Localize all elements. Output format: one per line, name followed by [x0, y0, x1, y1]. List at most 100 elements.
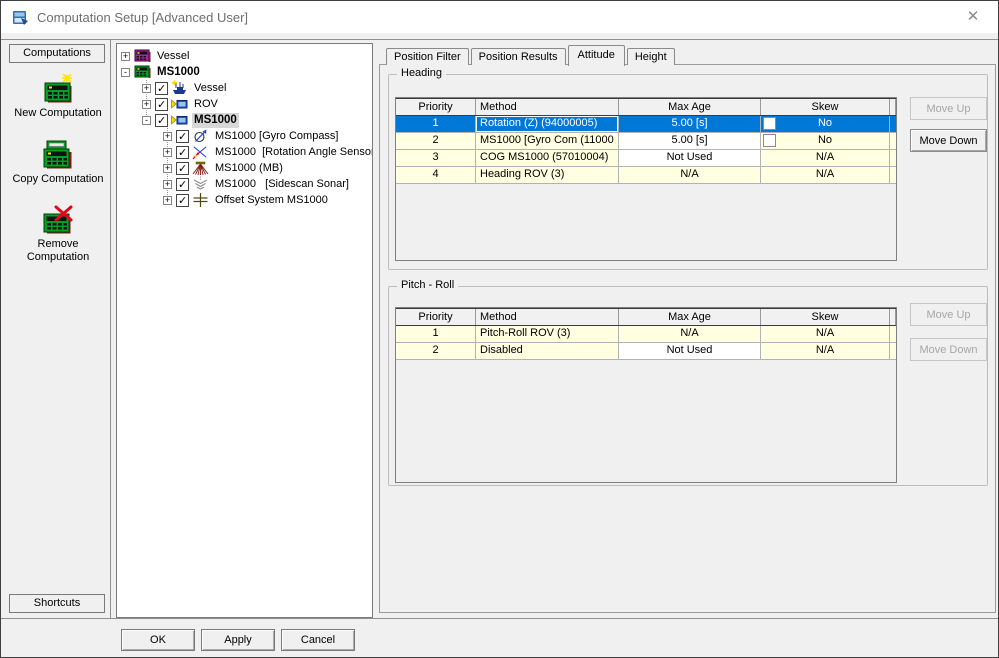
tree-item-ms1000-computation[interactable]: - MS1000	[121, 64, 372, 80]
column-header-method: Method	[476, 309, 619, 325]
tree-item-ms1000-node-selected[interactable]: - MS1000	[121, 112, 372, 128]
pitch-roll-move-up-button[interactable]: Move Up	[910, 303, 987, 326]
computation-tree-panel: + Vessel - MS10	[116, 43, 373, 618]
expand-icon[interactable]: +	[142, 84, 151, 93]
tree-checkbox[interactable]	[176, 130, 189, 143]
tab-position-filter[interactable]: Position Filter	[386, 48, 469, 65]
tree-item-label: Offset System MS1000	[213, 193, 330, 208]
collapse-icon[interactable]: -	[142, 116, 151, 125]
apply-button[interactable]: Apply	[201, 629, 275, 651]
column-header-sliver	[890, 309, 896, 325]
tab-attitude[interactable]: Attitude	[568, 45, 625, 66]
heading-move-down-button[interactable]: Move Down	[910, 129, 987, 152]
tree-item-multibeam[interactable]: + MS1000 (MB)	[121, 160, 372, 176]
sidescan-sonar-icon	[192, 176, 209, 192]
pitch-roll-move-down-button[interactable]: Move Down	[910, 338, 987, 361]
expand-icon[interactable]: +	[163, 148, 172, 157]
tree-checkbox[interactable]	[176, 146, 189, 159]
heading-move-up-button[interactable]: Move Up	[910, 97, 987, 120]
pitch-roll-table: Priority Method Max Age Skew 1 Pitch-Rol…	[395, 307, 897, 483]
priority-cell: 2	[396, 133, 476, 149]
title-bar: Computation Setup [Advanced User] ✕	[1, 1, 998, 33]
tree-item-vessel-node[interactable]: + Vessel	[121, 80, 372, 96]
pitch-roll-group: Pitch - Roll Priority Method Max Age Ske…	[388, 286, 988, 486]
method-cell[interactable]: Rotation (Z) (94000005)	[476, 116, 619, 132]
max-age-cell[interactable]: 5.00 [s]	[619, 116, 761, 132]
multibeam-icon	[192, 160, 209, 176]
table-row[interactable]: 1 Rotation (Z) (94000005) 5.00 [s] No	[396, 116, 896, 133]
max-age-cell[interactable]: 5.00 [s]	[619, 133, 761, 149]
sliver-cell	[890, 167, 896, 183]
column-header-sliver	[890, 99, 896, 115]
new-computation-label: New Computation	[14, 107, 101, 120]
max-age-cell[interactable]: Not Used	[619, 150, 761, 166]
pitch-roll-group-label: Pitch - Roll	[397, 279, 458, 291]
method-cell[interactable]: COG MS1000 (57010004)	[476, 150, 619, 166]
tree-checkbox[interactable]	[176, 194, 189, 207]
close-icon[interactable]: ✕	[964, 8, 982, 26]
divider	[110, 40, 111, 618]
divider	[1, 618, 998, 619]
computation-icon-green	[134, 64, 151, 80]
rotation-angle-sensor-icon	[192, 144, 209, 160]
tree-checkbox[interactable]	[155, 98, 168, 111]
remove-computation-button[interactable]: Remove Computation	[6, 205, 110, 264]
sliver-cell	[890, 116, 896, 132]
tree-checkbox[interactable]	[155, 82, 168, 95]
skew-checkbox[interactable]	[763, 134, 776, 147]
method-cell[interactable]: Heading ROV (3)	[476, 167, 619, 183]
computation-icon-purple	[134, 48, 151, 64]
method-cell[interactable]: Disabled	[476, 343, 619, 359]
cancel-button[interactable]: Cancel	[281, 629, 355, 651]
tree-item-offset-system[interactable]: + Offset System MS1000	[121, 192, 372, 208]
tree-item-rotation-angle-sensor[interactable]: + MS1000 [Rotation Angle Sensor]	[121, 144, 372, 160]
tree-item-rov-node[interactable]: + ROV	[121, 96, 372, 112]
column-header-skew: Skew	[761, 99, 890, 115]
expand-icon[interactable]: +	[163, 164, 172, 173]
column-header-priority: Priority	[396, 99, 476, 115]
ok-button[interactable]: OK	[121, 629, 195, 651]
table-row[interactable]: 4 Heading ROV (3) N/A N/A	[396, 167, 896, 184]
sliver-cell	[890, 343, 896, 359]
table-row[interactable]: 2 Disabled Not Used N/A	[396, 343, 896, 360]
heading-table: Priority Method Max Age Skew 1 Rotation …	[395, 97, 897, 261]
max-age-cell[interactable]: Not Used	[619, 343, 761, 359]
table-row[interactable]: 3 COG MS1000 (57010004) Not Used N/A	[396, 150, 896, 167]
tree-item-vessel-computation[interactable]: + Vessel	[121, 48, 372, 64]
copy-computation-button[interactable]: Copy Computation	[6, 140, 110, 186]
skew-value: No	[818, 117, 832, 129]
skew-cell: N/A	[761, 326, 890, 342]
computations-header-button[interactable]: Computations	[9, 44, 105, 63]
tree-checkbox[interactable]	[176, 178, 189, 191]
shortcuts-button[interactable]: Shortcuts	[9, 594, 105, 613]
tree-item-gyro-compass[interactable]: + MS1000 [Gyro Compass]	[121, 128, 372, 144]
tree-item-label: MS1000 [Sidescan Sonar]	[213, 177, 351, 192]
pitch-roll-table-header: Priority Method Max Age Skew	[396, 308, 896, 326]
sliver-cell	[890, 133, 896, 149]
sliver-cell	[890, 326, 896, 342]
skew-checkbox[interactable]	[763, 117, 776, 130]
expand-icon[interactable]: +	[163, 180, 172, 189]
new-computation-button[interactable]: New Computation	[6, 74, 110, 120]
tree-item-sidescan-sonar[interactable]: + MS1000 [Sidescan Sonar]	[121, 176, 372, 192]
expand-icon[interactable]: +	[142, 100, 151, 109]
method-cell[interactable]: MS1000 [Gyro Com (11000	[476, 133, 619, 149]
skew-value: No	[818, 134, 832, 146]
method-cell[interactable]: Pitch-Roll ROV (3)	[476, 326, 619, 342]
tab-position-results[interactable]: Position Results	[471, 48, 566, 65]
tree-checkbox[interactable]	[155, 114, 168, 127]
priority-cell: 1	[396, 116, 476, 132]
table-row[interactable]: 2 MS1000 [Gyro Com (11000 5.00 [s] No	[396, 133, 896, 150]
table-row[interactable]: 1 Pitch-Roll ROV (3) N/A N/A	[396, 326, 896, 343]
remove-computation-label: Remove Computation	[6, 238, 110, 264]
computations-sidebar: Computations New Computation	[6, 40, 110, 618]
tree-item-label: Vessel	[155, 49, 191, 64]
expand-icon[interactable]: +	[163, 196, 172, 205]
expand-icon[interactable]: +	[121, 52, 130, 61]
expand-icon[interactable]: +	[163, 132, 172, 141]
collapse-icon[interactable]: -	[121, 68, 130, 77]
remove-computation-icon	[41, 205, 75, 235]
tree-checkbox[interactable]	[176, 162, 189, 175]
tab-height[interactable]: Height	[627, 48, 675, 65]
vessel-ship-icon	[171, 80, 188, 96]
